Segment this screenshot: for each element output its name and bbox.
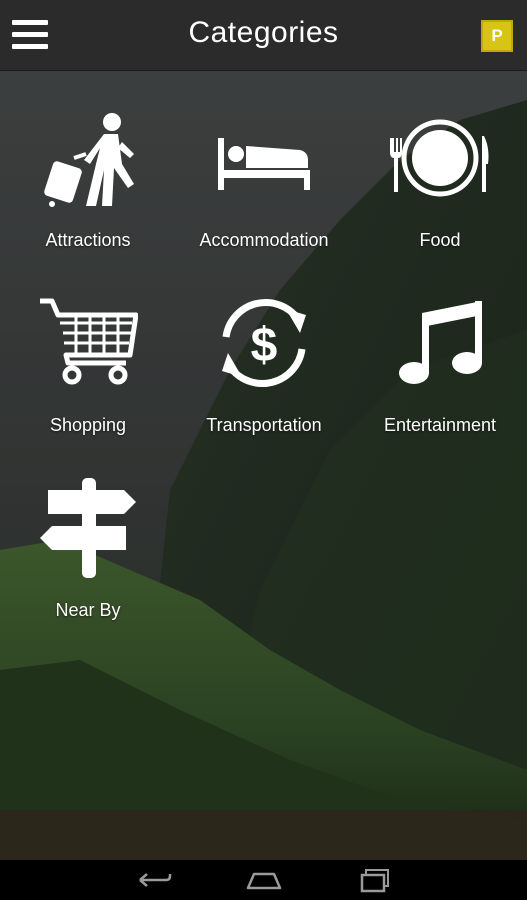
app-header: Categories P: [0, 0, 527, 71]
category-near-by[interactable]: Near By: [0, 440, 176, 625]
category-food[interactable]: Food: [352, 70, 527, 255]
category-label: Near By: [55, 600, 121, 620]
page-title: Categories: [188, 16, 339, 49]
currency-exchange-icon: $: [222, 299, 306, 387]
category-label: Transportation: [206, 415, 322, 435]
category-label: Entertainment: [383, 415, 497, 435]
home-icon[interactable]: [244, 866, 284, 894]
back-icon[interactable]: [132, 866, 172, 894]
shopping-cart-icon: [40, 298, 138, 385]
signpost-icon: [40, 478, 136, 578]
category-label: Attractions: [45, 230, 131, 250]
plate-fork-knife-icon: [390, 119, 489, 197]
traveler-luggage-icon: [44, 113, 134, 207]
category-entertainment[interactable]: Entertainment: [352, 255, 527, 440]
category-label: Food: [419, 230, 461, 250]
category-grid: Attractions Accommodation Food Shopping …: [0, 70, 527, 630]
category-transportation[interactable]: $ Transportation: [176, 255, 352, 440]
parking-badge-button[interactable]: P: [481, 20, 513, 52]
category-label: Accommodation: [199, 230, 329, 250]
app-screen: Categories P Attractions Accommodation F…: [0, 0, 527, 900]
recent-apps-icon[interactable]: [356, 866, 396, 894]
bed-icon: [218, 138, 310, 190]
category-shopping[interactable]: Shopping: [0, 255, 176, 440]
category-attractions[interactable]: Attractions: [0, 70, 176, 255]
system-navigation-bar: [0, 860, 527, 900]
music-note-icon: [399, 301, 482, 384]
category-label: Shopping: [49, 415, 127, 435]
category-accommodation[interactable]: Accommodation: [176, 70, 352, 255]
svg-text:$: $: [251, 319, 278, 372]
